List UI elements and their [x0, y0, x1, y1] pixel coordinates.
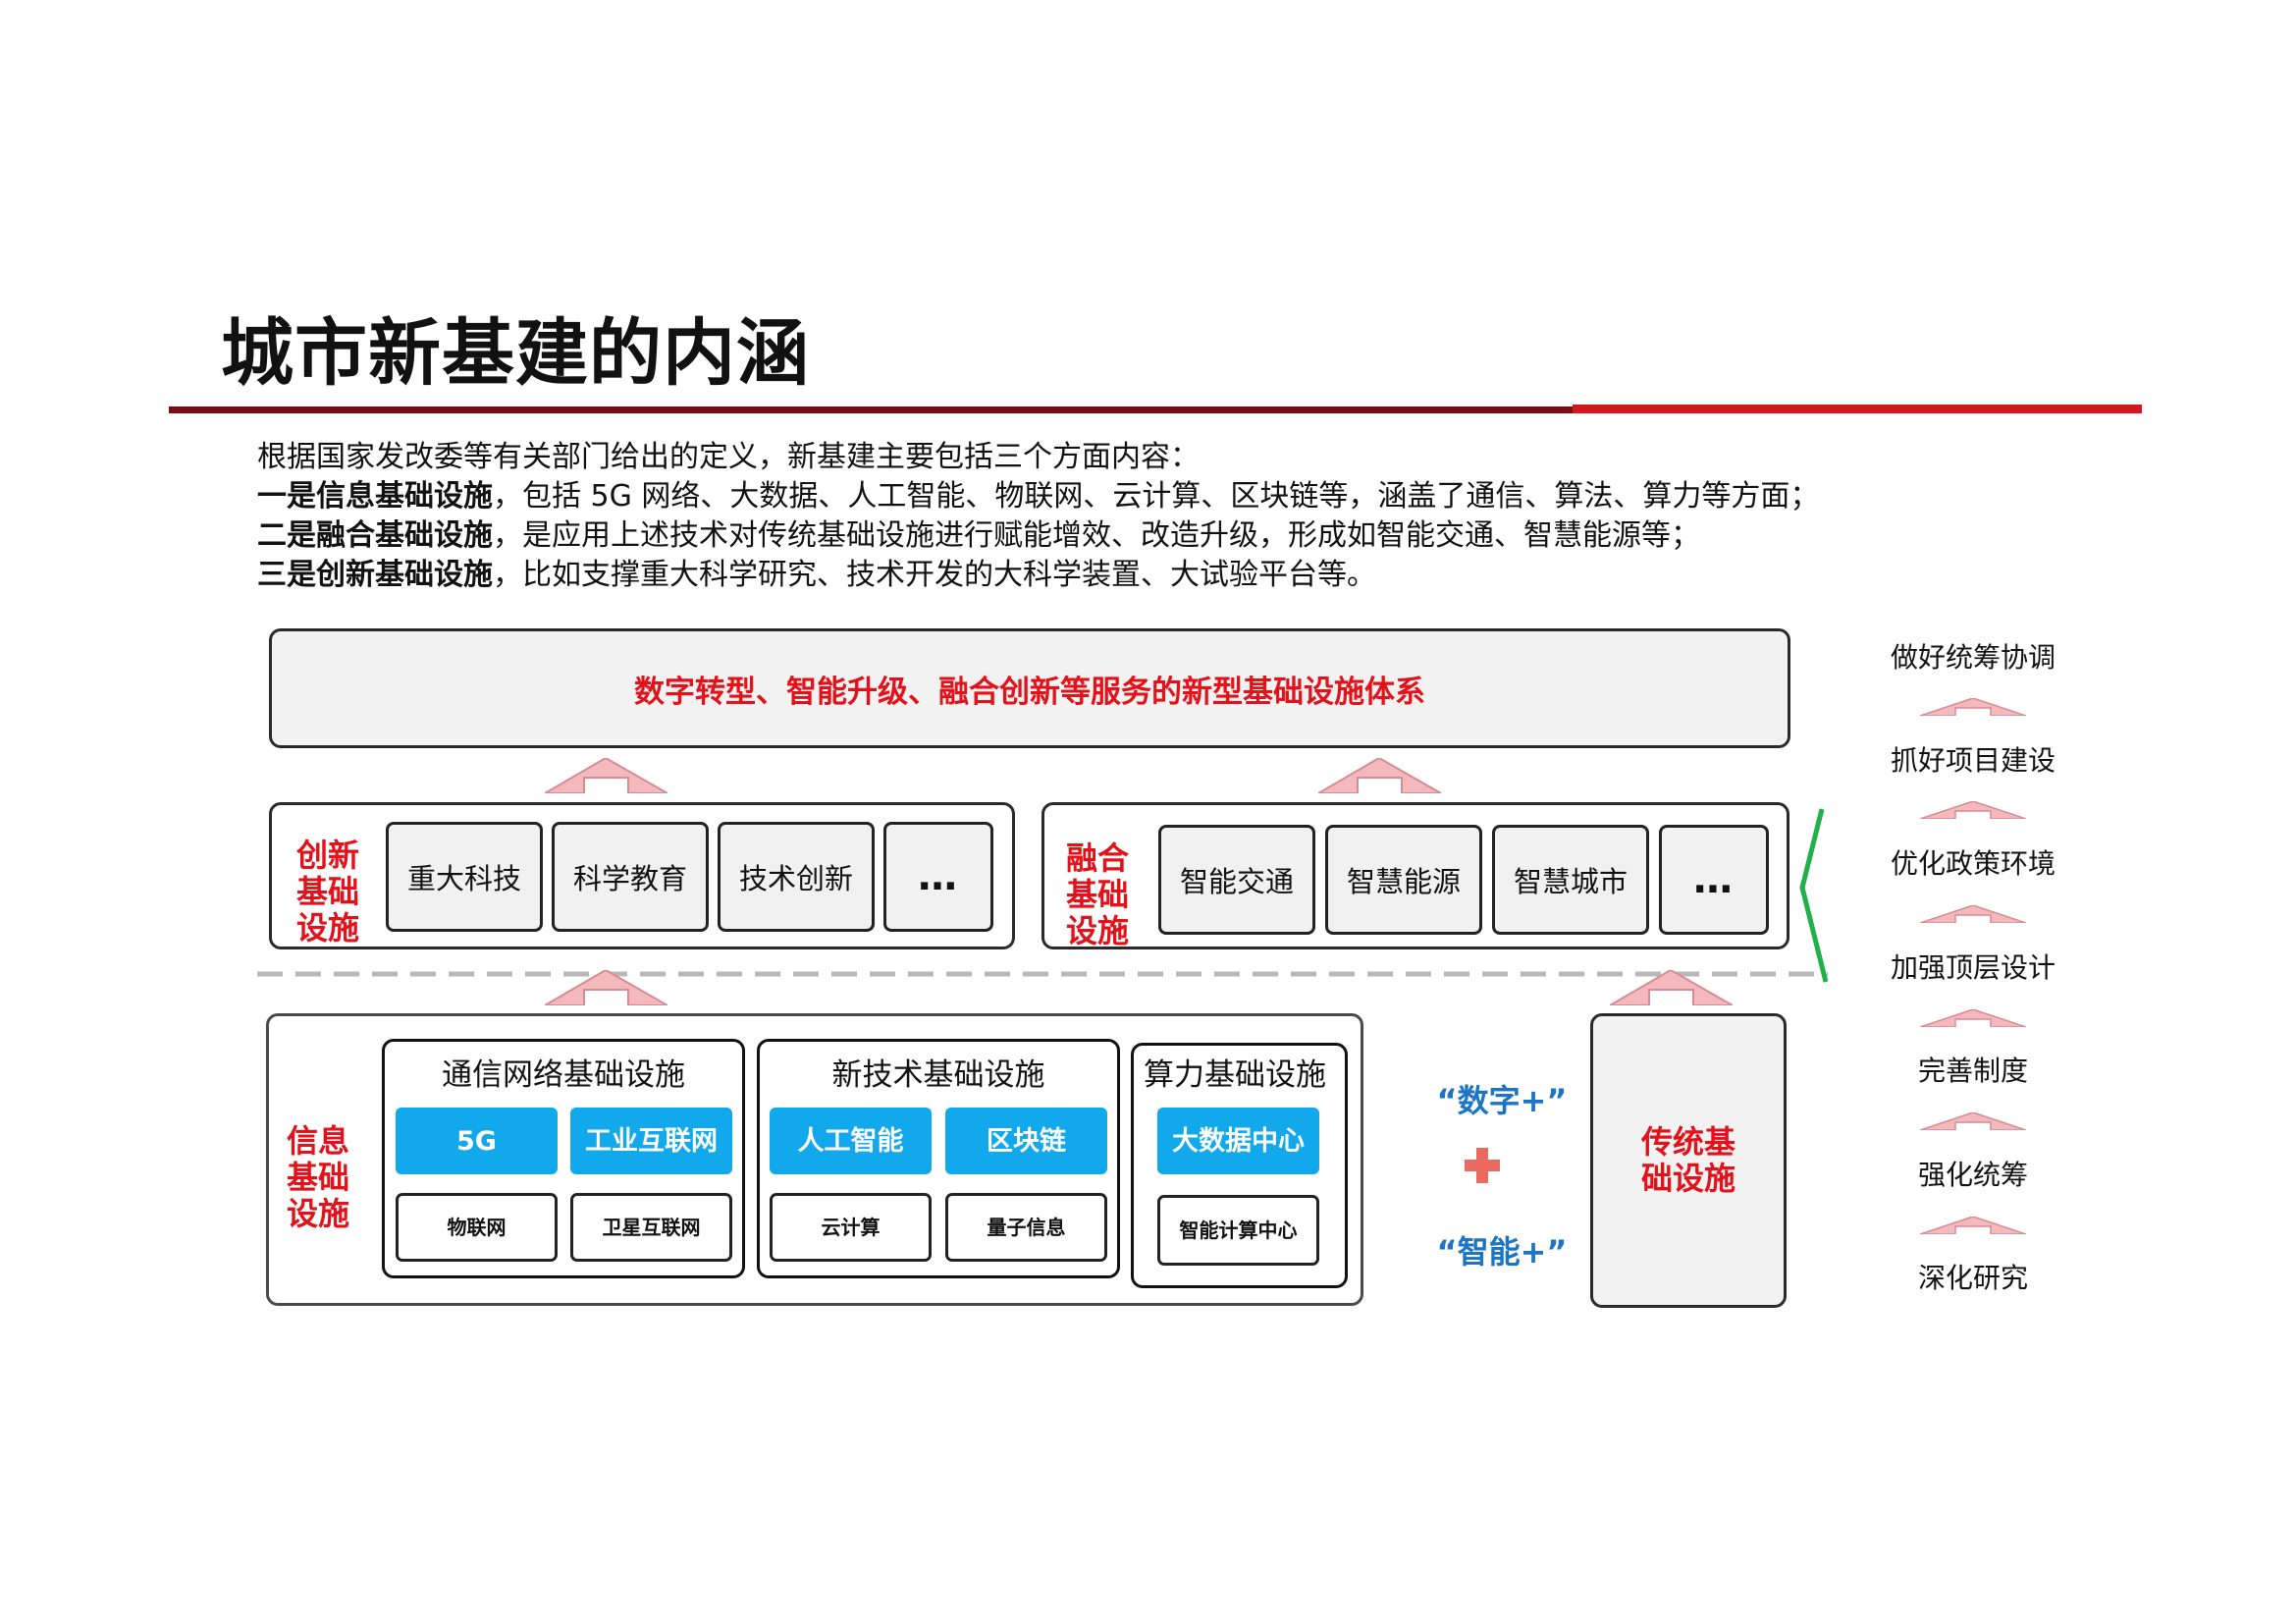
- item-cloud-computing: 云计算: [770, 1193, 932, 1262]
- arrow-up-icon: [1920, 1217, 2026, 1234]
- new-infrastructure-system-box: 数字转型、智能升级、融合创新等服务的新型基础设施体系: [269, 628, 1790, 748]
- item-blockchain: 区块链: [945, 1108, 1107, 1174]
- information-infrastructure-label: 信息基础设施: [286, 1122, 349, 1232]
- side-step-1: 做好统筹协调: [1890, 641, 2056, 674]
- fusion-item-smart-transport: 智能交通: [1158, 825, 1315, 935]
- traditional-infrastructure-label: 传统基础设施: [1640, 1123, 1735, 1197]
- traditional-infrastructure-box: 传统基础设施: [1590, 1013, 1787, 1308]
- digital-plus-label: “数字+”: [1436, 1082, 1568, 1119]
- item-industrial-internet: 工业互联网: [570, 1108, 732, 1174]
- arrow-up-icon: [1920, 905, 2026, 923]
- innovation-item-science-education: 科学教育: [552, 822, 709, 932]
- arrow-up-icon: [1920, 1112, 2026, 1130]
- item-ai: 人工智能: [770, 1108, 932, 1174]
- innovation-item-more: …: [883, 822, 993, 932]
- computing-power-title: 算力基础设施: [1144, 1057, 1326, 1093]
- side-step-3: 优化政策环境: [1890, 847, 2056, 880]
- fusion-item-smart-city: 智慧城市: [1492, 825, 1649, 935]
- fusion-infrastructure-label: 融合基础设施: [1065, 839, 1129, 949]
- item-intelligent-computing-center: 智能计算中心: [1157, 1195, 1319, 1266]
- new-tech-title: 新技术基础设施: [831, 1057, 1045, 1093]
- intro-line-3-bold: 二是融合基础设施: [257, 518, 493, 553]
- innovation-item-major-tech: 重大科技: [386, 822, 543, 932]
- fusion-item-smart-energy: 智慧能源: [1325, 825, 1482, 935]
- side-step-6: 强化统筹: [1917, 1159, 2028, 1191]
- item-5g: 5G: [396, 1108, 558, 1174]
- fusion-item-more: …: [1659, 825, 1769, 935]
- arrow-up-icon: [545, 758, 667, 793]
- plus-icon: [1465, 1148, 1500, 1183]
- title-rule: [169, 406, 1573, 413]
- arrow-up-icon: [1920, 801, 2026, 819]
- item-big-data-center: 大数据中心: [1157, 1108, 1319, 1174]
- dashed-divider: [257, 971, 1828, 977]
- system-label: 数字转型、智能升级、融合创新等服务的新型基础设施体系: [634, 674, 1425, 710]
- side-step-4: 加强顶层设计: [1890, 951, 2056, 984]
- arrow-up-icon: [1920, 1009, 2026, 1027]
- intro-line-4-bold: 三是创新基础设施: [257, 558, 493, 592]
- intro-line-4-rest: ，比如支撑重大科学研究、技术开发的大科学装置、大试验平台等。: [493, 558, 1376, 592]
- intro-line-2: 一是信息基础设施，包括 5G 网络、大数据、人工智能、物联网、云计算、区块链等，…: [257, 477, 1819, 516]
- intro-line-3: 二是融合基础设施，是应用上述技术对传统基础设施进行赋能增效、改造升级，形成如智能…: [257, 516, 1819, 556]
- intro-line-3-rest: ，是应用上述技术对传统基础设施进行赋能增效、改造升级，形成如智能交通、智慧能源等…: [493, 518, 1700, 553]
- item-iot: 物联网: [396, 1193, 558, 1262]
- intro-line-2-bold: 一是信息基础设施: [257, 479, 493, 514]
- side-step-7: 深化研究: [1917, 1262, 2028, 1294]
- intro-line-4: 三是创新基础设施，比如支撑重大科学研究、技术开发的大科学装置、大试验平台等。: [257, 556, 1819, 595]
- arrow-up-icon: [545, 970, 667, 1005]
- arrow-up-icon: [1318, 758, 1441, 793]
- intro-line-2-rest: ，包括 5G 网络、大数据、人工智能、物联网、云计算、区块链等，涵盖了通信、算法…: [493, 479, 1820, 514]
- item-satellite-internet: 卫星互联网: [570, 1193, 732, 1262]
- arrow-up-icon: [1920, 698, 2026, 716]
- communication-network-title: 通信网络基础设施: [442, 1057, 685, 1093]
- green-bracket: [1799, 808, 1829, 983]
- innovation-item-tech-innovation: 技术创新: [718, 822, 875, 932]
- intelligent-plus-label: “智能+”: [1436, 1233, 1568, 1271]
- side-step-5: 完善制度: [1917, 1055, 2028, 1087]
- intro-text: 根据国家发改委等有关部门给出的定义，新基建主要包括三个方面内容： 一是信息基础设…: [257, 438, 1819, 595]
- arrow-up-icon: [1610, 970, 1733, 1005]
- innovation-infrastructure-label: 创新基础设施: [295, 837, 359, 947]
- item-quantum-information: 量子信息: [945, 1193, 1107, 1262]
- side-step-2: 抓好项目建设: [1890, 744, 2056, 777]
- intro-line-1: 根据国家发改委等有关部门给出的定义，新基建主要包括三个方面内容：: [257, 440, 1200, 474]
- page-title: 城市新基建的内涵: [221, 311, 810, 396]
- title-rule-accent: [1573, 405, 2142, 413]
